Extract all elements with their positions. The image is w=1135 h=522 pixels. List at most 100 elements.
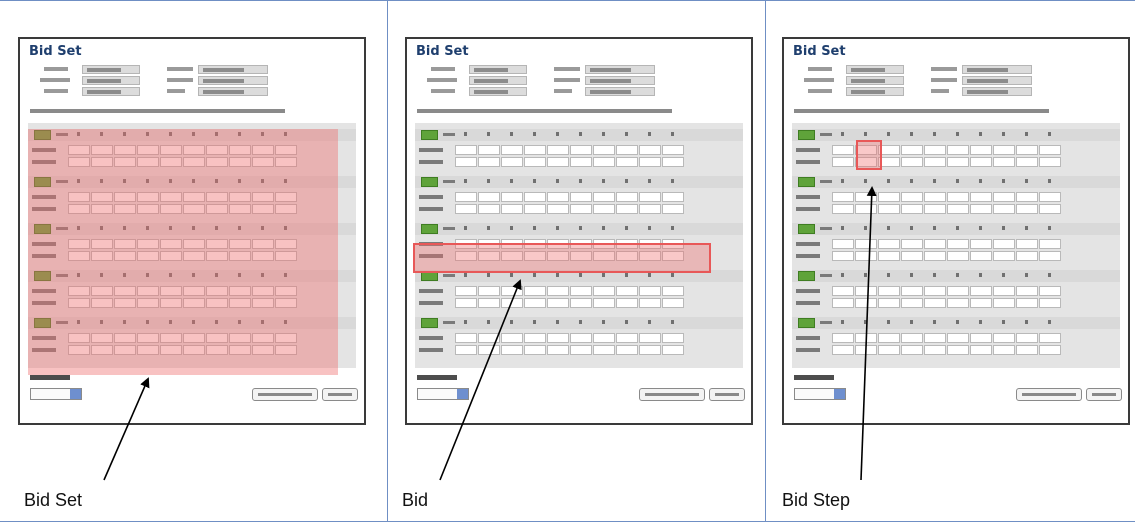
bid-cell [662, 286, 684, 296]
hour-number [887, 320, 890, 324]
hour-number [464, 132, 467, 136]
field-value [203, 68, 244, 72]
bid-badge [798, 130, 815, 140]
bid-grid [792, 123, 1120, 368]
bid-block [415, 317, 743, 363]
hour-number [887, 132, 890, 136]
bid-cell [832, 239, 854, 249]
bid-cell [570, 145, 592, 155]
bid-cell [455, 192, 477, 202]
field-value-box [846, 76, 904, 85]
bid-cell [878, 204, 900, 214]
field-value [474, 68, 508, 72]
bid-block [792, 270, 1120, 316]
field-value-box [585, 87, 655, 96]
bid-cell [662, 192, 684, 202]
hour-number [464, 273, 467, 277]
bid-cell [947, 192, 969, 202]
submit-bid-button [322, 388, 358, 401]
bid-cell [1016, 298, 1038, 308]
hour-number [956, 320, 959, 324]
bid-block [415, 129, 743, 175]
bid-cell [570, 333, 592, 343]
bid-badge [798, 318, 815, 328]
bid-cell [901, 251, 923, 261]
bid-cell [616, 157, 638, 167]
bid-cell [901, 345, 923, 355]
bid-cell [970, 239, 992, 249]
bid-cell [501, 298, 523, 308]
bid-cell [855, 251, 877, 261]
hour-number [933, 179, 936, 183]
bid-cell [478, 145, 500, 155]
show-bid-button [252, 388, 318, 401]
hour-number [956, 179, 959, 183]
hour-number [579, 132, 582, 136]
hour-number [979, 226, 982, 230]
bid-cell [924, 333, 946, 343]
bid-cell [855, 345, 877, 355]
bid-cell [993, 345, 1015, 355]
bid-cell [1016, 345, 1038, 355]
bid-cell [455, 333, 477, 343]
bid-cell [993, 239, 1015, 249]
apply-bid-to-label [30, 375, 70, 380]
row-label [796, 348, 820, 352]
bid-cell [993, 157, 1015, 167]
highlight-bid-set [28, 129, 338, 375]
hour-number [864, 179, 867, 183]
hours-label [443, 180, 455, 183]
field-value [967, 79, 1008, 83]
row-label [796, 160, 820, 164]
bid-cell [616, 333, 638, 343]
bid-cell [993, 204, 1015, 214]
bid-cell [478, 298, 500, 308]
row-label [796, 254, 820, 258]
field-label [931, 89, 949, 93]
bid-cell [1039, 204, 1061, 214]
panel-divider [387, 1, 388, 522]
bid-cell [1039, 239, 1061, 249]
hour-number [956, 273, 959, 277]
bid-badge [421, 130, 438, 140]
hour-number [671, 273, 674, 277]
bid-cell [832, 345, 854, 355]
bid-block [792, 176, 1120, 222]
instruction-text [794, 109, 1049, 113]
bid-badge [421, 177, 438, 187]
show-bid-button [1016, 388, 1082, 401]
hours-label [820, 227, 832, 230]
hour-number [1025, 320, 1028, 324]
hour-number [487, 320, 490, 324]
hour-number [1002, 226, 1005, 230]
bid-badge [798, 224, 815, 234]
hours-label [443, 274, 455, 277]
hour-number [864, 320, 867, 324]
bid-cell [593, 157, 615, 167]
bid-cell [855, 192, 877, 202]
bid-cell [924, 192, 946, 202]
bid-cell [639, 298, 661, 308]
bid-cell [993, 145, 1015, 155]
bid-set-fields [784, 65, 1128, 105]
hours-label [820, 133, 832, 136]
bid-cell [901, 286, 923, 296]
bid-cell [478, 192, 500, 202]
hour-number [464, 179, 467, 183]
bid-cell [616, 345, 638, 355]
hour-number [1048, 179, 1051, 183]
bid-cell [855, 239, 877, 249]
bid-cell [1016, 239, 1038, 249]
bid-cell [593, 345, 615, 355]
bid-cell [478, 204, 500, 214]
caption-bid: Bid [402, 490, 429, 510]
bid-cell [662, 157, 684, 167]
hour-number [533, 320, 536, 324]
bid-cell [970, 298, 992, 308]
bid-cell [901, 239, 923, 249]
field-value [590, 79, 631, 83]
field-value-box [82, 87, 140, 96]
hour-number [648, 226, 651, 230]
field-label [554, 89, 572, 93]
field-label [431, 89, 455, 93]
